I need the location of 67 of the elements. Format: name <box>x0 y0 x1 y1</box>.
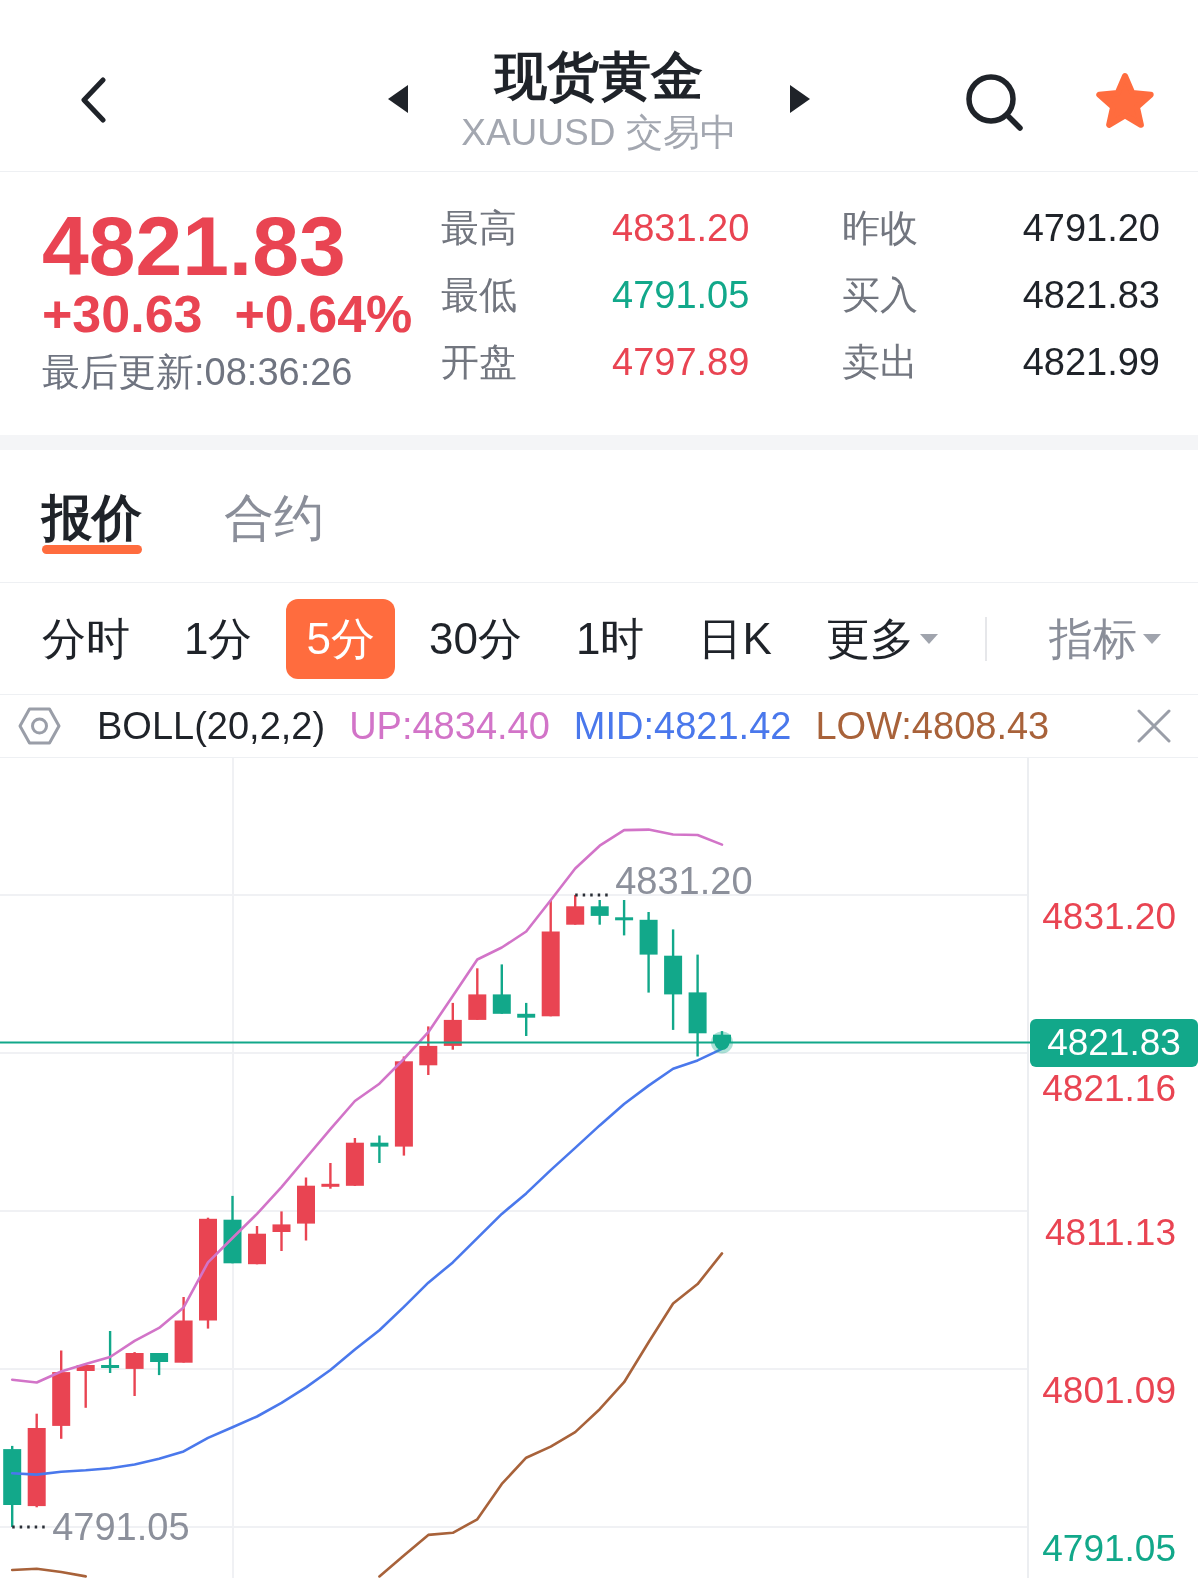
stat-label: 开盘 <box>441 342 518 381</box>
period-tab[interactable]: 日K <box>678 598 792 679</box>
symbol-status: XAUUSD 交易中 <box>461 114 737 151</box>
candlestick <box>517 1002 536 1036</box>
stat-label: 最低 <box>441 275 518 314</box>
leader-line <box>12 1525 47 1529</box>
candlestick <box>345 1138 364 1186</box>
stat-value: 4821.83 <box>1021 275 1160 314</box>
candlestick <box>223 1195 242 1264</box>
axis-price-label: 4821.16 <box>1042 1069 1176 1107</box>
candlestick <box>297 1177 315 1241</box>
triangle-left-icon[interactable] <box>388 85 408 113</box>
caret-down-icon <box>1143 633 1161 644</box>
stat-label: 昨收 <box>842 208 919 247</box>
candlestick <box>566 895 585 925</box>
last-price-tag: 4821.83 <box>1030 1018 1198 1067</box>
period-tab[interactable]: 1时 <box>555 598 665 679</box>
update-time: 最后更新:08:36:26 <box>42 353 354 391</box>
candlestick <box>321 1163 340 1189</box>
price-extreme-label: 4791.05 <box>52 1508 190 1546</box>
settings-icon[interactable] <box>18 707 61 745</box>
stat-value: 4831.20 <box>612 208 751 247</box>
price-dot-icon <box>711 1031 733 1054</box>
candlestick <box>150 1353 169 1376</box>
stat-label: 买入 <box>842 275 919 314</box>
period-tab[interactable]: 更多 <box>805 598 958 679</box>
candlestick <box>125 1352 144 1396</box>
tab[interactable]: 报价 <box>42 493 142 554</box>
period-tab[interactable]: 分时 <box>22 598 150 679</box>
last-price: 4821.83 <box>42 204 347 288</box>
candlestick <box>248 1226 266 1265</box>
candlestick <box>101 1331 120 1373</box>
stat-value: 4797.89 <box>612 342 751 381</box>
price-change: +30.63 <box>42 288 203 340</box>
period-tab[interactable]: 30分 <box>408 598 542 679</box>
candlestick <box>76 1365 95 1408</box>
candlestick <box>419 1026 438 1075</box>
axis-price-label: 4801.09 <box>1042 1371 1176 1409</box>
search-icon[interactable] <box>964 73 1024 131</box>
axis-price-label: 4811.13 <box>1045 1213 1176 1251</box>
candlestick <box>615 900 634 936</box>
period-tab[interactable]: 1分 <box>164 598 273 679</box>
candlestick <box>468 968 487 1020</box>
stat-value: 4791.20 <box>1021 208 1160 247</box>
stat-value: 4821.99 <box>1021 342 1160 381</box>
stat-label: 最高 <box>441 208 518 247</box>
candlestick <box>370 1135 389 1163</box>
chevron-left-icon[interactable] <box>79 77 107 123</box>
axis-price-label: 4791.05 <box>1042 1530 1176 1567</box>
stat-value: 4791.05 <box>612 275 751 314</box>
price-extreme-label: 4831.20 <box>615 862 753 900</box>
percent-change: +0.64% <box>234 288 413 340</box>
triangle-right-icon[interactable] <box>790 85 810 113</box>
axis-price-label: 4831.20 <box>1042 898 1176 935</box>
leader-line <box>575 893 610 897</box>
candlestick <box>272 1211 291 1251</box>
page-title: 现货黄金 <box>495 50 703 102</box>
candlestick <box>492 964 511 1014</box>
candlestick <box>590 900 609 925</box>
stat-label: 卖出 <box>842 342 919 381</box>
indicator-value: MID:4821.42 <box>573 707 792 745</box>
candlestick <box>174 1297 193 1363</box>
candlestick <box>443 1002 462 1050</box>
indicator-name: BOLL(20,2,2) <box>97 707 326 745</box>
indicator-value: UP:4834.40 <box>349 707 550 745</box>
close-icon[interactable] <box>1137 709 1171 743</box>
indicator-value: LOW:4808.43 <box>815 707 1050 745</box>
